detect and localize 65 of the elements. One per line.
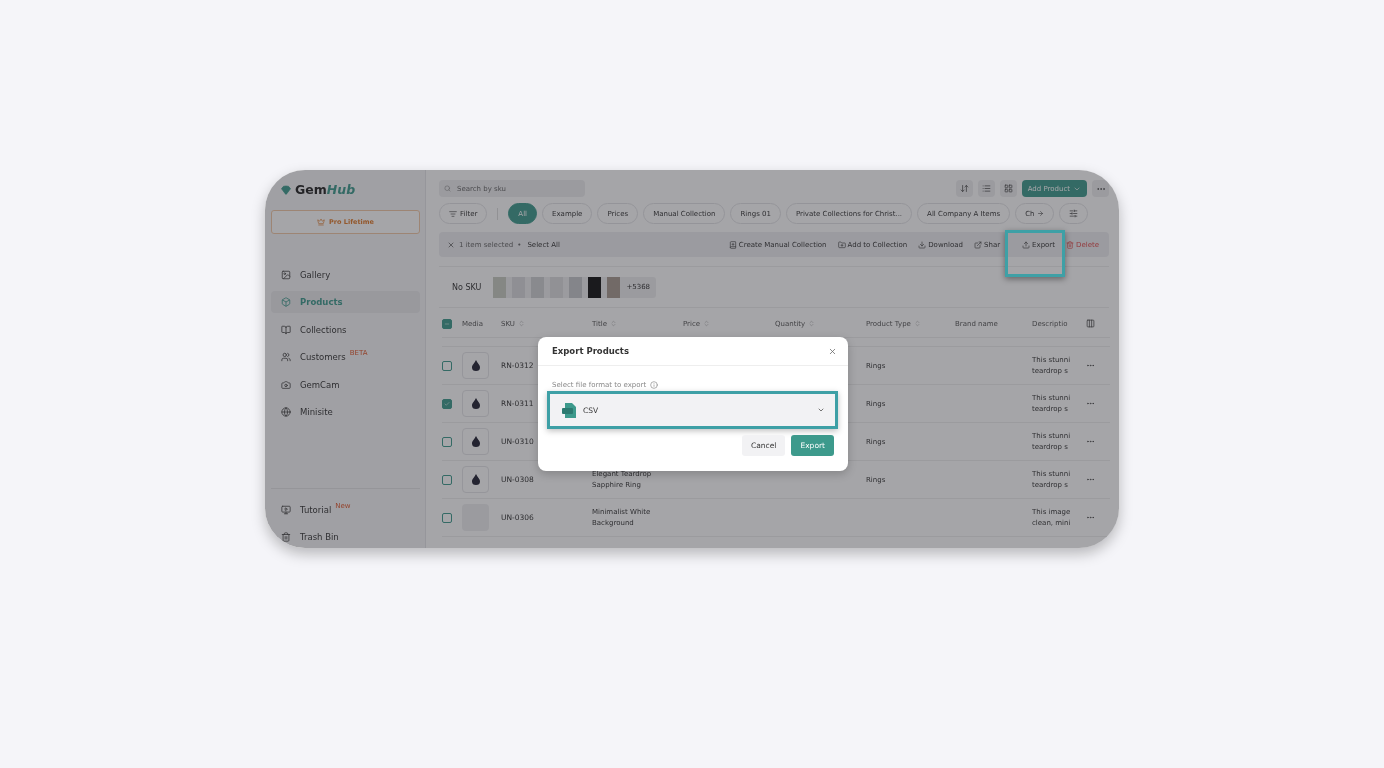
columns-icon	[1086, 319, 1095, 328]
sort-icon	[959, 184, 969, 193]
grid-icon	[1003, 184, 1013, 193]
more-icon	[1086, 361, 1095, 370]
gem-drop-icon	[471, 474, 480, 485]
sliders-icon	[1069, 209, 1079, 218]
nav-icon	[281, 269, 291, 280]
nav-icon	[281, 504, 291, 515]
list-view-button[interactable]	[977, 180, 995, 197]
check-icon	[444, 400, 450, 407]
row-checkbox[interactable]	[442, 436, 452, 447]
sku-group-label: No SKU	[452, 282, 482, 292]
photo-placeholder	[569, 276, 583, 298]
sidebar-item[interactable]: Trash Bin	[271, 526, 420, 548]
row-checkbox[interactable]	[442, 512, 452, 523]
photo-placeholder	[493, 276, 507, 298]
chevron-down-icon	[817, 406, 825, 414]
row-checkbox[interactable]	[442, 474, 452, 485]
nav-icon	[281, 324, 291, 335]
gem-drop-icon	[471, 436, 480, 447]
action-icon	[918, 240, 927, 249]
grid-view-button[interactable]	[999, 180, 1017, 197]
filter-icon	[449, 209, 457, 218]
action-icon	[837, 240, 846, 249]
highlight-frame	[1005, 230, 1065, 277]
more-icon	[1086, 513, 1095, 522]
gem-drop-icon	[471, 360, 480, 371]
list-icon	[981, 184, 991, 193]
more-icon	[1086, 437, 1095, 446]
gem-drop-icon	[471, 398, 480, 409]
more-icon	[1086, 475, 1095, 484]
close-button[interactable]	[828, 346, 837, 356]
logo-text: GemHub	[295, 182, 356, 197]
action-icon	[1066, 240, 1074, 249]
sidebar-item[interactable]: GemCam	[271, 373, 420, 396]
csv-file-icon	[562, 402, 576, 418]
info-icon	[650, 381, 659, 389]
more-icon	[1086, 399, 1095, 408]
photo-placeholder	[607, 276, 621, 298]
crown-icon	[317, 218, 326, 226]
nav-icon	[281, 407, 291, 417]
dialog-title: Export Products	[552, 346, 629, 356]
action-icon	[728, 240, 737, 249]
sidebar-item[interactable]: Collections	[271, 318, 420, 341]
arrow-right-icon	[1037, 210, 1045, 217]
gem-logo-icon	[281, 184, 291, 195]
photo-placeholder	[588, 276, 602, 298]
photo-placeholder	[531, 276, 545, 298]
search-icon	[444, 185, 451, 192]
row-checkbox[interactable]	[442, 360, 452, 371]
sidebar-item[interactable]: Gallery	[271, 263, 420, 286]
minus-icon	[444, 320, 450, 327]
row-checkbox[interactable]	[442, 398, 452, 409]
settings-button[interactable]	[1059, 203, 1089, 224]
action-icon	[974, 240, 982, 249]
more-button[interactable]	[1092, 180, 1109, 197]
nav-icon	[281, 297, 291, 307]
nav-icon	[281, 532, 291, 542]
nav-icon	[281, 352, 291, 362]
sidebar-item[interactable]: Minisite	[271, 401, 420, 423]
select-all-checkbox[interactable]	[442, 318, 452, 329]
sort-button[interactable]	[955, 180, 973, 197]
action-icon	[1022, 240, 1031, 249]
nav-icon	[281, 379, 291, 390]
close-icon	[447, 240, 455, 249]
